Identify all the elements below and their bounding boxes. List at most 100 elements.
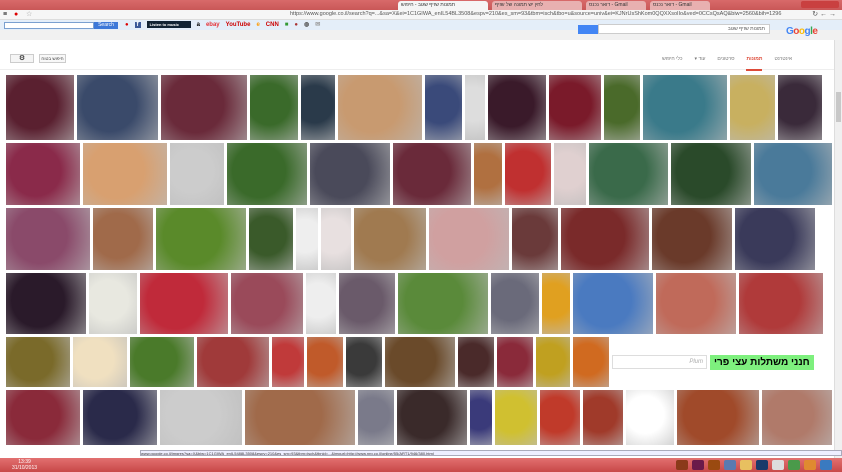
image-result-thumbnail[interactable] — [6, 273, 86, 334]
image-result-thumbnail[interactable] — [301, 75, 335, 140]
image-result-thumbnail[interactable] — [495, 390, 537, 445]
image-result-thumbnail[interactable] — [540, 390, 580, 445]
tab-images-search[interactable]: תמונות שזיף שגוב - חיפוש — [398, 1, 488, 10]
photoshop-icon[interactable] — [756, 460, 768, 470]
folder-icon[interactable] — [740, 460, 752, 470]
image-result-thumbnail[interactable] — [6, 143, 80, 205]
scrollbar-thumb[interactable] — [836, 92, 841, 122]
tab-more[interactable]: עוד ▾ — [695, 56, 706, 71]
image-result-thumbnail[interactable] — [250, 75, 298, 140]
image-result-thumbnail[interactable] — [677, 390, 759, 445]
image-result-thumbnail[interactable] — [346, 337, 382, 387]
image-result-thumbnail[interactable] — [504, 143, 551, 205]
image-result-thumbnail[interactable] — [656, 273, 736, 334]
image-result-thumbnail[interactable] — [156, 208, 246, 270]
image-result-thumbnail[interactable] — [321, 208, 351, 270]
image-result-thumbnail[interactable] — [497, 337, 533, 387]
search-button[interactable] — [578, 25, 598, 34]
image-result-thumbnail[interactable] — [245, 390, 355, 445]
people-icon[interactable]: ◍ — [304, 21, 309, 28]
ie-taskbar-icon[interactable] — [820, 460, 832, 470]
image-result-thumbnail[interactable] — [671, 143, 752, 205]
image-result-thumbnail[interactable] — [73, 337, 127, 387]
image-result-thumbnail[interactable] — [6, 208, 90, 270]
image-result-thumbnail[interactable] — [6, 337, 70, 387]
image-result-thumbnail[interactable] — [542, 273, 570, 334]
image-result-thumbnail[interactable] — [573, 337, 609, 387]
weather-icon[interactable]: ● — [294, 22, 298, 28]
addon-logo-icon[interactable]: ● — [125, 22, 129, 28]
star-icon[interactable]: ☆ — [26, 10, 32, 18]
image-result-thumbnail[interactable] — [735, 208, 815, 270]
image-result-thumbnail[interactable] — [231, 273, 303, 334]
image-result-thumbnail[interactable] — [588, 143, 669, 205]
acrobat-icon[interactable] — [772, 460, 784, 470]
ad-promo[interactable]: Plum חנני משתלות עצי פרי — [612, 337, 814, 387]
tab-gmail-2[interactable]: דואר נכנס - Gmail — [650, 1, 710, 10]
facebook-icon[interactable]: f — [134, 21, 141, 28]
app-icon[interactable] — [724, 460, 736, 470]
google-logo[interactable]: Google — [786, 26, 818, 37]
toolbar-search-input[interactable] — [4, 22, 94, 29]
image-result-thumbnail[interactable] — [130, 337, 194, 387]
image-result-thumbnail[interactable] — [730, 75, 775, 140]
image-result-thumbnail[interactable] — [549, 75, 601, 140]
image-result-thumbnail[interactable] — [272, 337, 304, 387]
nursery-banner[interactable]: חנני משתלות עצי פרי — [710, 354, 814, 370]
image-result-thumbnail[interactable] — [652, 208, 732, 270]
settings-button[interactable]: ⚙ — [10, 54, 34, 63]
maps-icon[interactable]: ■ — [285, 22, 289, 28]
toolbar-search-button[interactable]: Search — [94, 22, 118, 29]
tab-web[interactable]: אינטרנט — [774, 56, 792, 71]
image-result-thumbnail[interactable] — [778, 75, 822, 140]
image-result-thumbnail[interactable] — [512, 208, 558, 270]
addon-icon[interactable]: ● — [14, 11, 18, 18]
image-result-thumbnail[interactable] — [197, 337, 269, 387]
image-result-thumbnail[interactable] — [160, 390, 242, 445]
amazon-icon[interactable]: a — [197, 22, 200, 28]
image-result-thumbnail[interactable] — [296, 208, 318, 270]
image-result-thumbnail[interactable] — [310, 143, 391, 205]
image-result-thumbnail[interactable] — [338, 75, 422, 140]
image-result-thumbnail[interactable] — [739, 273, 823, 334]
youtube-link[interactable]: YouTube — [226, 22, 251, 28]
ebay-link[interactable]: ebay — [206, 22, 220, 28]
image-result-thumbnail[interactable] — [358, 390, 394, 445]
image-result-thumbnail[interactable] — [83, 390, 157, 445]
image-result-thumbnail[interactable] — [553, 143, 586, 205]
image-result-thumbnail[interactable] — [140, 273, 228, 334]
image-result-thumbnail[interactable] — [77, 75, 158, 140]
image-result-thumbnail[interactable] — [306, 273, 336, 334]
image-result-thumbnail[interactable] — [82, 143, 167, 205]
tab-images[interactable]: תמונות — [746, 56, 763, 71]
tab-2[interactable]: לחץ יש תמונה של שזיף — [492, 1, 582, 10]
search-input[interactable]: תמונות שזיף שגוב — [598, 24, 770, 34]
image-result-thumbnail[interactable] — [393, 143, 471, 205]
image-result-thumbnail[interactable] — [6, 75, 74, 140]
cnn-link[interactable]: CNN — [266, 22, 279, 28]
chrome-icon[interactable] — [788, 460, 800, 470]
image-result-thumbnail[interactable] — [604, 75, 640, 140]
image-result-thumbnail[interactable] — [536, 337, 570, 387]
image-result-thumbnail[interactable] — [762, 390, 832, 445]
image-result-thumbnail[interactable] — [169, 143, 225, 205]
image-result-thumbnail[interactable] — [491, 273, 539, 334]
image-result-thumbnail[interactable] — [385, 337, 455, 387]
image-result-thumbnail[interactable] — [6, 390, 80, 445]
tab-search-tools[interactable]: כלי חיפוש — [662, 56, 682, 71]
firefox-icon[interactable] — [804, 460, 816, 470]
listen-music-box[interactable]: Listen to music — [146, 21, 191, 28]
safe-search-button[interactable]: חיפוש בטוח — [39, 54, 66, 63]
address-bar[interactable]: ≡ ● ☆ https://www.google.co.il/search?q=… — [0, 10, 842, 20]
image-result-thumbnail[interactable] — [473, 143, 502, 205]
image-result-thumbnail[interactable] — [754, 143, 832, 205]
tab-videos[interactable]: סרטונים — [717, 56, 734, 71]
plum-input[interactable]: Plum — [612, 355, 707, 369]
bridge-icon[interactable] — [676, 460, 688, 470]
image-result-thumbnail[interactable] — [458, 337, 494, 387]
image-result-thumbnail[interactable] — [429, 208, 509, 270]
url-text[interactable]: https://www.google.co.il/search?q=...&sa… — [290, 11, 800, 17]
image-result-thumbnail[interactable] — [339, 273, 395, 334]
image-result-thumbnail[interactable] — [425, 75, 462, 140]
image-result-thumbnail[interactable] — [465, 75, 485, 140]
